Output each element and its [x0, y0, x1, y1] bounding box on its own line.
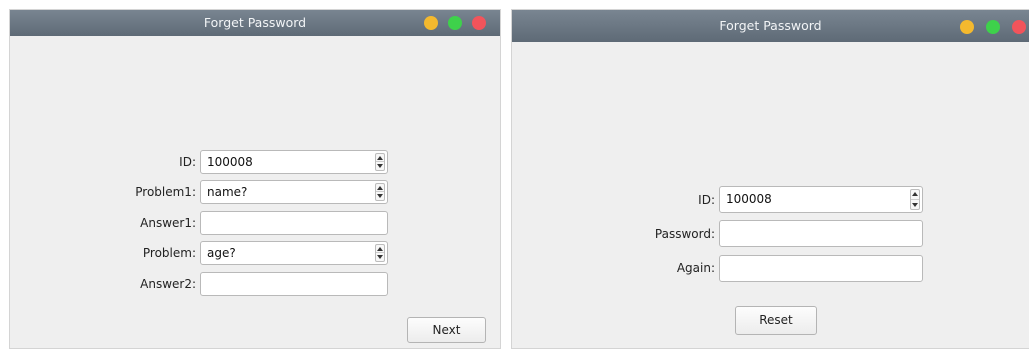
again-label: Again: [676, 261, 715, 275]
minimize-icon[interactable] [424, 16, 438, 30]
id-label: ID: [179, 155, 196, 169]
close-icon[interactable] [1012, 20, 1026, 34]
id-value: 100008 [207, 155, 253, 169]
id-value: 100008 [726, 192, 772, 206]
answer1-input[interactable] [200, 211, 388, 235]
answer2-label: Answer2: [140, 277, 196, 291]
spin-down-icon[interactable] [377, 164, 383, 168]
window-title: Forget Password [203, 15, 307, 30]
answer1-label: Answer1: [140, 216, 196, 230]
id-spin-buttons[interactable] [375, 153, 385, 171]
problem2-value: age? [207, 246, 236, 260]
spin-down-icon[interactable] [377, 255, 383, 259]
spin-down-icon[interactable] [377, 194, 383, 198]
problem2-label: Problem: [142, 246, 196, 260]
spin-up-icon[interactable] [377, 156, 383, 160]
spin-up-icon[interactable] [912, 192, 918, 196]
reset-button[interactable]: Reset [735, 306, 817, 335]
next-button[interactable]: Next [407, 317, 486, 343]
window-title: Forget Password [719, 18, 822, 33]
spin-up-icon[interactable] [377, 186, 383, 190]
id-spinbox[interactable]: 100008 [200, 150, 388, 174]
answer2-input[interactable] [200, 272, 388, 296]
close-icon[interactable] [472, 16, 486, 30]
forget-password-window-step1: Forget Password ID: 100008 Problem1: nam… [9, 9, 501, 349]
minimize-icon[interactable] [960, 20, 974, 34]
password-label: Password: [654, 227, 715, 241]
maximize-icon[interactable] [986, 20, 1000, 34]
confirm-password-input[interactable] [719, 255, 923, 282]
id-spin-buttons[interactable] [910, 189, 920, 210]
forget-password-window-step2: Forget Password ID: 100008 Password: Aga… [511, 9, 1029, 349]
window-titlebar[interactable]: Forget Password [512, 10, 1029, 42]
password-input[interactable] [719, 220, 923, 247]
spin-up-icon[interactable] [377, 247, 383, 251]
problem1-combo[interactable]: name? [200, 180, 388, 204]
id-label: ID: [698, 193, 715, 207]
problem2-combo[interactable]: age? [200, 241, 388, 265]
problem2-spin-buttons[interactable] [375, 244, 385, 262]
spin-down-icon[interactable] [912, 203, 918, 207]
problem1-spin-buttons[interactable] [375, 183, 385, 201]
problem1-label: Problem1: [135, 185, 196, 199]
maximize-icon[interactable] [448, 16, 462, 30]
id-spinbox[interactable]: 100008 [719, 186, 923, 213]
problem1-value: name? [207, 185, 248, 199]
